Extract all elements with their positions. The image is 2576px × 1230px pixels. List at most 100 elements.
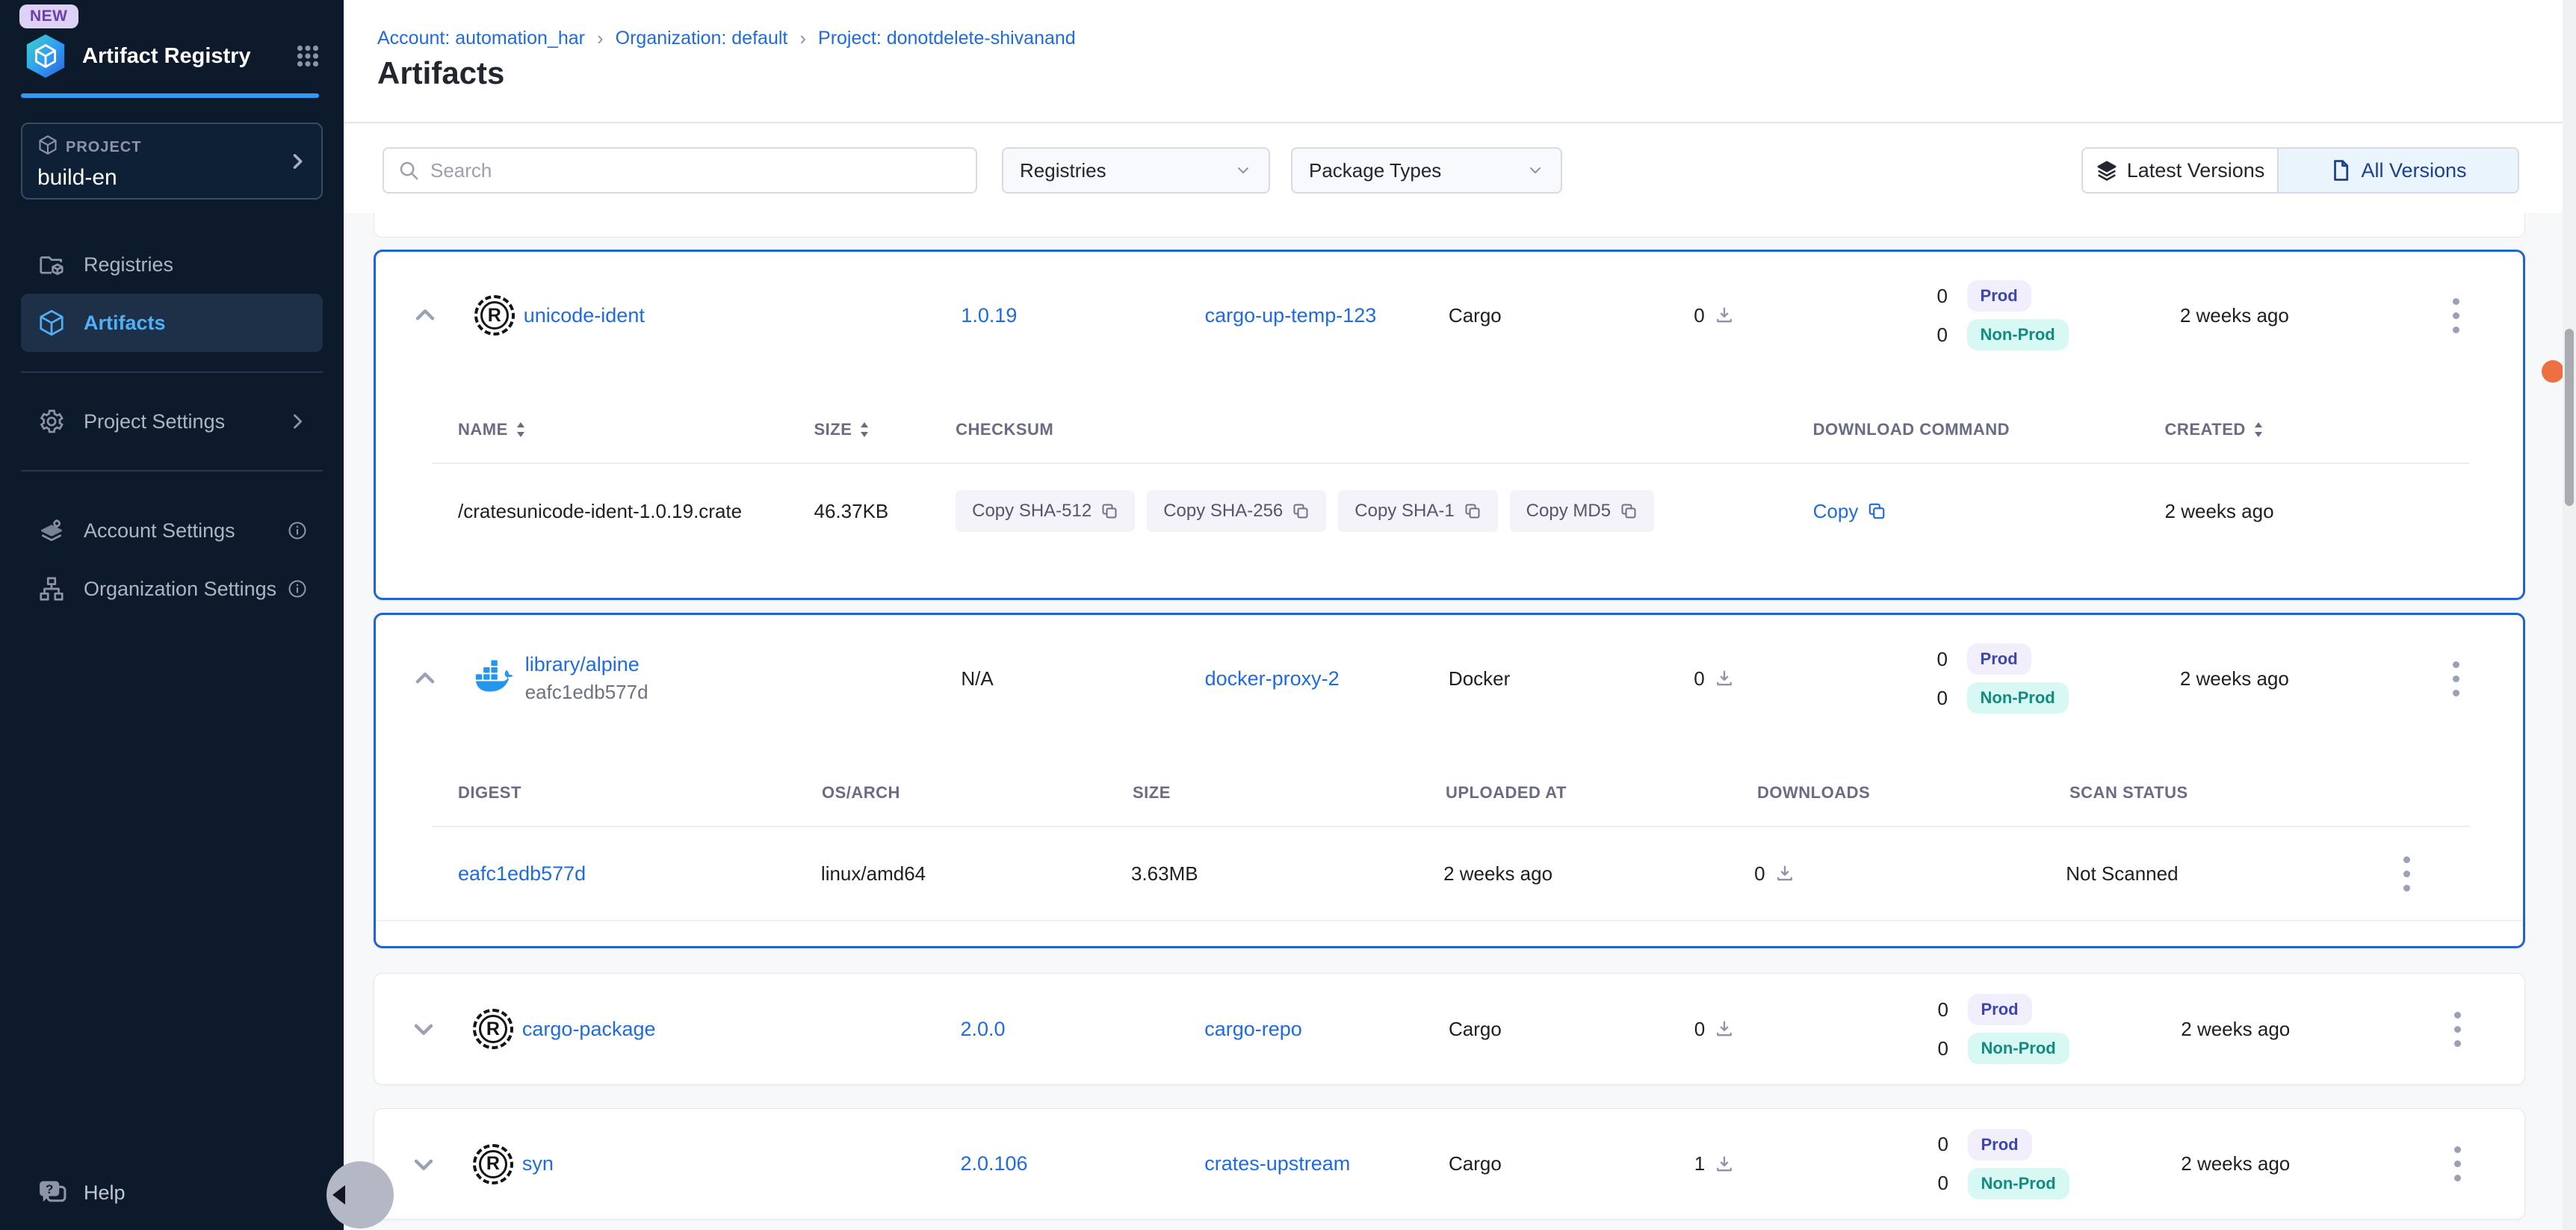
scrollbar-track[interactable] — [2563, 0, 2576, 1230]
row-menu-button[interactable] — [2447, 655, 2465, 702]
download-icon — [1774, 863, 1795, 884]
column-header: DOWNLOAD COMMAND — [1813, 420, 2158, 439]
nonprod-count: 0 — [1937, 324, 1954, 347]
sidebar-item-label: Project Settings — [84, 410, 225, 433]
sidebar-item-registries[interactable]: Registries — [21, 235, 323, 294]
chevron-up-icon[interactable] — [410, 300, 440, 330]
all-versions-button[interactable]: All Versions — [2279, 149, 2518, 192]
copy-checksum-button[interactable]: Copy MD5 — [1510, 490, 1654, 532]
chevron-down-icon[interactable] — [409, 1149, 439, 1179]
artifact-version-link[interactable]: 2.0.0 — [960, 1018, 1005, 1040]
latest-versions-button[interactable]: Latest Versions — [2083, 149, 2279, 192]
copy-download-command-link[interactable]: Copy — [1813, 500, 1887, 523]
info-icon[interactable] — [287, 578, 308, 599]
artifact-name-link[interactable]: library/alpine — [525, 653, 648, 676]
chevron-down-icon — [1234, 161, 1252, 179]
chevron-down-icon[interactable] — [409, 1014, 439, 1044]
sidebar-item-account-settings[interactable]: Account Settings — [21, 501, 323, 560]
sidebar-item-artifacts[interactable]: Artifacts — [21, 294, 323, 352]
latest-versions-label: Latest Versions — [2127, 159, 2265, 182]
artifact-registry-link[interactable]: docker-proxy-2 — [1205, 667, 1340, 690]
column-header[interactable]: SIZE — [814, 420, 956, 439]
artifact-name-link[interactable]: syn — [522, 1152, 554, 1175]
help-button[interactable]: ? Help — [37, 1178, 126, 1208]
copy-icon — [1464, 502, 1481, 520]
search-input[interactable] — [430, 159, 962, 182]
artifact-row: library/alpineeafc1edb577d N/A docker-pr… — [376, 622, 2523, 735]
app-header: Artifact Registry — [22, 33, 321, 79]
sidebar-item-organization-settings[interactable]: Organization Settings — [21, 560, 323, 618]
chevron-right-icon: › — [597, 27, 604, 50]
copy-checksum-button[interactable]: Copy SHA-512 — [956, 490, 1135, 532]
page-title: Artifacts — [377, 55, 504, 91]
row-menu-button[interactable] — [2447, 292, 2465, 339]
copy-icon — [1100, 502, 1118, 520]
artifact-card: Rcargo-package 2.0.0 cargo-repo Cargo 0 … — [374, 973, 2525, 1085]
breadcrumb-project-link[interactable]: Project: donotdelete-shivanand — [818, 28, 1076, 49]
package-types-filter-dropdown[interactable]: Package Types — [1291, 147, 1562, 194]
artifact-name-link[interactable]: cargo-package — [522, 1018, 656, 1041]
digest-table: DIGESTOS/ARCHSIZEUPLOADED ATDOWNLOADSSCA… — [376, 760, 2523, 921]
scrollbar-thumb[interactable] — [2565, 329, 2574, 506]
layers-icon — [2096, 159, 2118, 182]
project-selector[interactable]: PROJECT build-en — [21, 123, 323, 200]
artifact-registry-link[interactable]: cargo-repo — [1204, 1018, 1302, 1040]
artifact-name-link[interactable]: unicode-ident — [524, 304, 645, 327]
file-size: 46.37KB — [814, 500, 956, 523]
app-grid-icon[interactable] — [294, 43, 321, 69]
nonprod-badge: Non-Prod — [1968, 1168, 2069, 1199]
prod-badge: Prod — [1967, 280, 2031, 312]
artifact-card: library/alpineeafc1edb577d N/A docker-pr… — [374, 613, 2525, 948]
triangle-left-icon — [332, 1185, 345, 1205]
copy-checksum-button[interactable]: Copy SHA-256 — [1147, 490, 1326, 532]
svg-text:?: ? — [46, 1182, 53, 1196]
chevron-down-icon — [1526, 161, 1544, 179]
artifact-row: Rcargo-package 2.0.0 cargo-repo Cargo 0 … — [374, 974, 2524, 1084]
main-content: Account: automation_har › Organization: … — [344, 0, 2563, 1230]
copy-checksum-button[interactable]: Copy SHA-1 — [1338, 490, 1497, 532]
column-header: UPLOADED AT — [1446, 783, 1757, 803]
sidebar-item-project-settings[interactable]: Project Settings — [21, 392, 323, 451]
column-header[interactable]: NAME — [458, 420, 814, 439]
layers-gear-icon — [37, 516, 66, 545]
copy-icon — [1620, 502, 1638, 520]
file-name: /cratesunicode-ident-1.0.19.crate — [458, 500, 814, 523]
side-panel-handle[interactable] — [2542, 360, 2564, 383]
prod-count: 0 — [1937, 648, 1954, 671]
chevron-up-icon[interactable] — [410, 664, 440, 693]
breadcrumb-account-link[interactable]: Account: automation_har — [377, 28, 585, 49]
artifact-registry-link[interactable]: crates-upstream — [1204, 1152, 1350, 1175]
sort-icon — [859, 421, 870, 439]
download-icon — [1714, 305, 1735, 326]
artifact-registry-link[interactable]: cargo-up-temp-123 — [1205, 304, 1377, 327]
copy-icon — [1867, 501, 1886, 521]
artifact-card: Runicode-ident 1.0.19 cargo-up-temp-123 … — [374, 250, 2525, 600]
last-updated: 2 weeks ago — [2180, 667, 2433, 690]
help-chat-icon: ? — [37, 1178, 67, 1208]
project-cube-icon — [37, 135, 58, 161]
module-accent-underline — [21, 93, 319, 98]
sidebar-collapse-button[interactable] — [326, 1161, 394, 1229]
artifact-version-link[interactable]: 2.0.106 — [960, 1152, 1027, 1175]
registries-filter-dropdown[interactable]: Registries — [1002, 147, 1270, 194]
app-root: NEW Artifact Registry — [0, 0, 2576, 1230]
column-header[interactable]: CREATED — [2158, 420, 2469, 439]
rust-icon: R — [473, 1144, 513, 1184]
nonprod-badge: Non-Prod — [1968, 1033, 2069, 1064]
row-menu-button[interactable] — [2448, 1006, 2467, 1053]
info-icon[interactable] — [287, 520, 308, 541]
prod-badge: Prod — [1968, 1129, 2032, 1161]
rust-icon: R — [473, 1009, 513, 1049]
artifact-registry-logo-icon — [22, 33, 69, 79]
row-menu-button[interactable] — [2448, 1140, 2467, 1187]
artifact-version-link[interactable]: 1.0.19 — [961, 304, 1017, 327]
digest-link[interactable]: eafc1edb577d — [458, 862, 586, 885]
digest-menu-button[interactable] — [2397, 850, 2416, 897]
uploaded-at: 2 weeks ago — [1443, 862, 1754, 886]
copy-icon — [1292, 502, 1310, 520]
breadcrumb-organization-link[interactable]: Organization: default — [616, 28, 788, 49]
column-header: SCAN STATUS — [2069, 783, 2348, 803]
project-label: PROJECT — [66, 139, 141, 156]
last-updated: 2 weeks ago — [2181, 1152, 2435, 1175]
nonprod-count: 0 — [1938, 1172, 1954, 1195]
